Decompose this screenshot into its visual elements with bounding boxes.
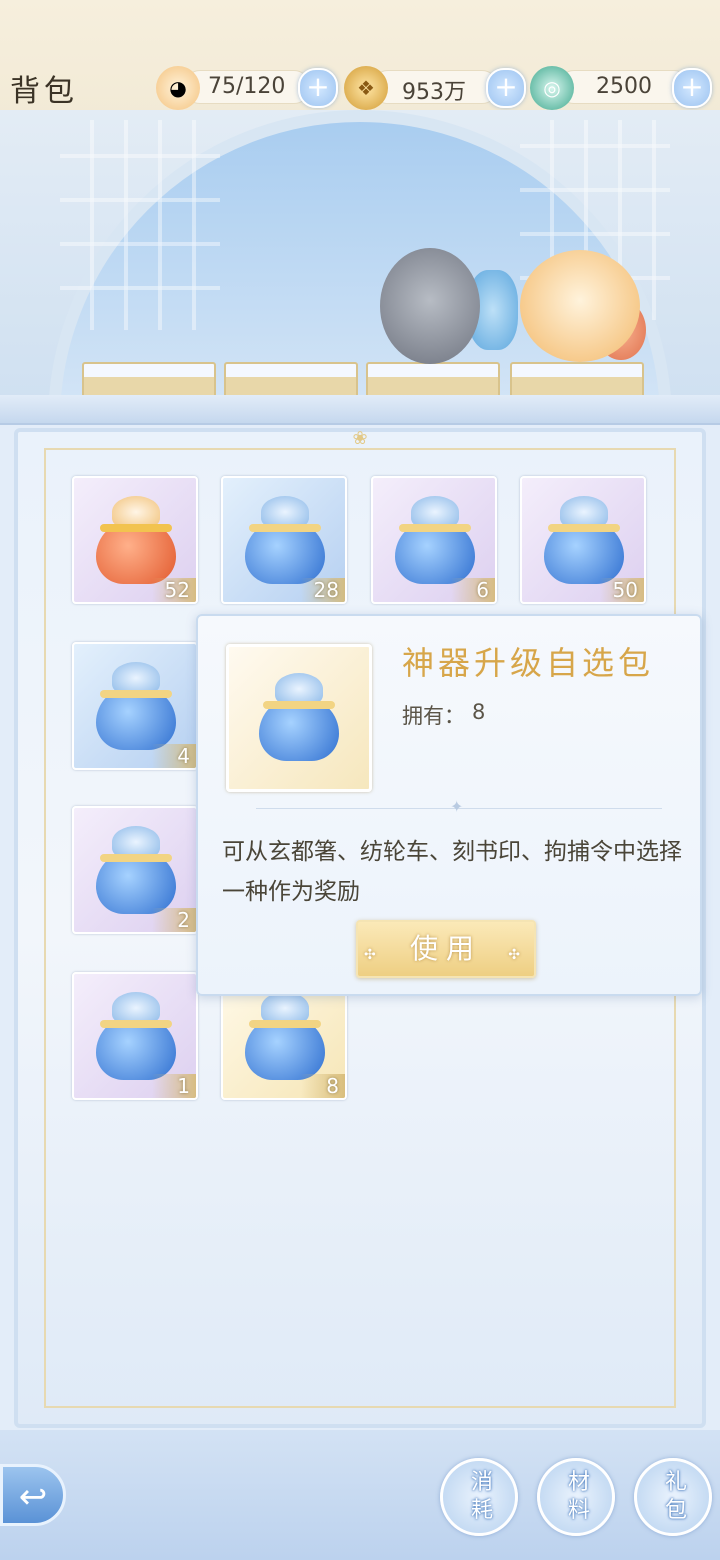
tab-label: 礼包 <box>665 1470 688 1523</box>
jade-resource: ◎ 2500 + <box>530 66 720 110</box>
blue-pouch-icon <box>96 992 176 1082</box>
blue-pouch-icon <box>96 662 176 752</box>
roof-beam <box>0 395 720 425</box>
popup-description: 可从玄都箸、纺轮车、刻书印、拘捕令中选择一种作为奖励 <box>222 839 682 905</box>
inventory-item[interactable]: 28 <box>221 476 347 604</box>
coin-value: 953万 <box>402 80 466 105</box>
item-quantity: 52 <box>164 578 190 602</box>
item-quantity: 1 <box>177 1074 190 1098</box>
item-quantity: 2 <box>177 908 190 932</box>
use-button-label: 使用 <box>409 932 482 965</box>
inventory-item[interactable]: 2 <box>72 806 198 934</box>
blue-pouch-icon <box>259 673 339 763</box>
tab-label: 消耗 <box>471 1470 494 1523</box>
tab-gift-packs[interactable]: 礼包 <box>634 1458 712 1536</box>
stamina-resource: ◕ 75/120 + <box>156 66 338 110</box>
wolf-pet[interactable] <box>380 248 480 364</box>
jade-value: 2500 <box>596 74 652 99</box>
blue-pouch-icon <box>245 496 325 586</box>
inventory-item[interactable]: 50 <box>520 476 646 604</box>
owned-value: 8 <box>472 700 486 724</box>
red-pouch-icon <box>96 496 176 586</box>
blue-pouch-icon <box>395 496 475 586</box>
blue-pouch-icon <box>96 826 176 916</box>
stamina-value: 75/120 <box>208 74 286 99</box>
popup-item-name: 神器升级自选包 <box>402 644 655 682</box>
use-button[interactable]: ✣ 使用 ✣ <box>356 920 536 978</box>
pet-scene <box>0 110 720 410</box>
jade-dragon-icon: ◎ <box>530 66 574 110</box>
page-title: 背包 <box>10 74 78 109</box>
add-stamina-button[interactable]: + <box>298 68 338 108</box>
item-quantity: 50 <box>612 578 638 602</box>
item-quantity: 6 <box>476 578 489 602</box>
item-quantity: 4 <box>177 744 190 768</box>
popup-item-icon <box>226 644 372 792</box>
tab-label: 材料 <box>568 1470 591 1523</box>
item-quantity: 8 <box>326 1074 339 1098</box>
coin-resource: ❖ 953万 + <box>344 66 526 110</box>
tab-materials[interactable]: 材料 <box>537 1458 615 1536</box>
owned-label: 拥有： <box>402 704 465 728</box>
fox-pet[interactable] <box>520 250 640 362</box>
coin-paw-icon: ❖ <box>344 66 388 110</box>
back-button[interactable]: ↩ <box>0 1464 66 1526</box>
add-jade-button[interactable]: + <box>672 68 712 108</box>
inventory-item[interactable]: 4 <box>72 642 198 770</box>
window-lattice-left <box>60 120 220 330</box>
add-coin-button[interactable]: + <box>486 68 526 108</box>
back-arrow-icon: ↩ <box>18 1477 48 1517</box>
inventory-item[interactable]: 6 <box>371 476 497 604</box>
tab-consumables[interactable]: 消耗 <box>440 1458 518 1536</box>
corner-ornament-icon: ✣ <box>508 947 528 963</box>
item-quantity: 28 <box>313 578 339 602</box>
lotus-ornament-icon: ❀ <box>352 428 368 449</box>
inventory-item[interactable]: 52 <box>72 476 198 604</box>
blue-pouch-icon <box>245 992 325 1082</box>
inventory-item[interactable]: 1 <box>72 972 198 1100</box>
stamina-cat-icon: ◕ <box>156 66 200 110</box>
blue-pouch-icon <box>544 496 624 586</box>
corner-ornament-icon: ✣ <box>364 947 384 963</box>
divider-star-icon: ✦ <box>450 797 464 816</box>
